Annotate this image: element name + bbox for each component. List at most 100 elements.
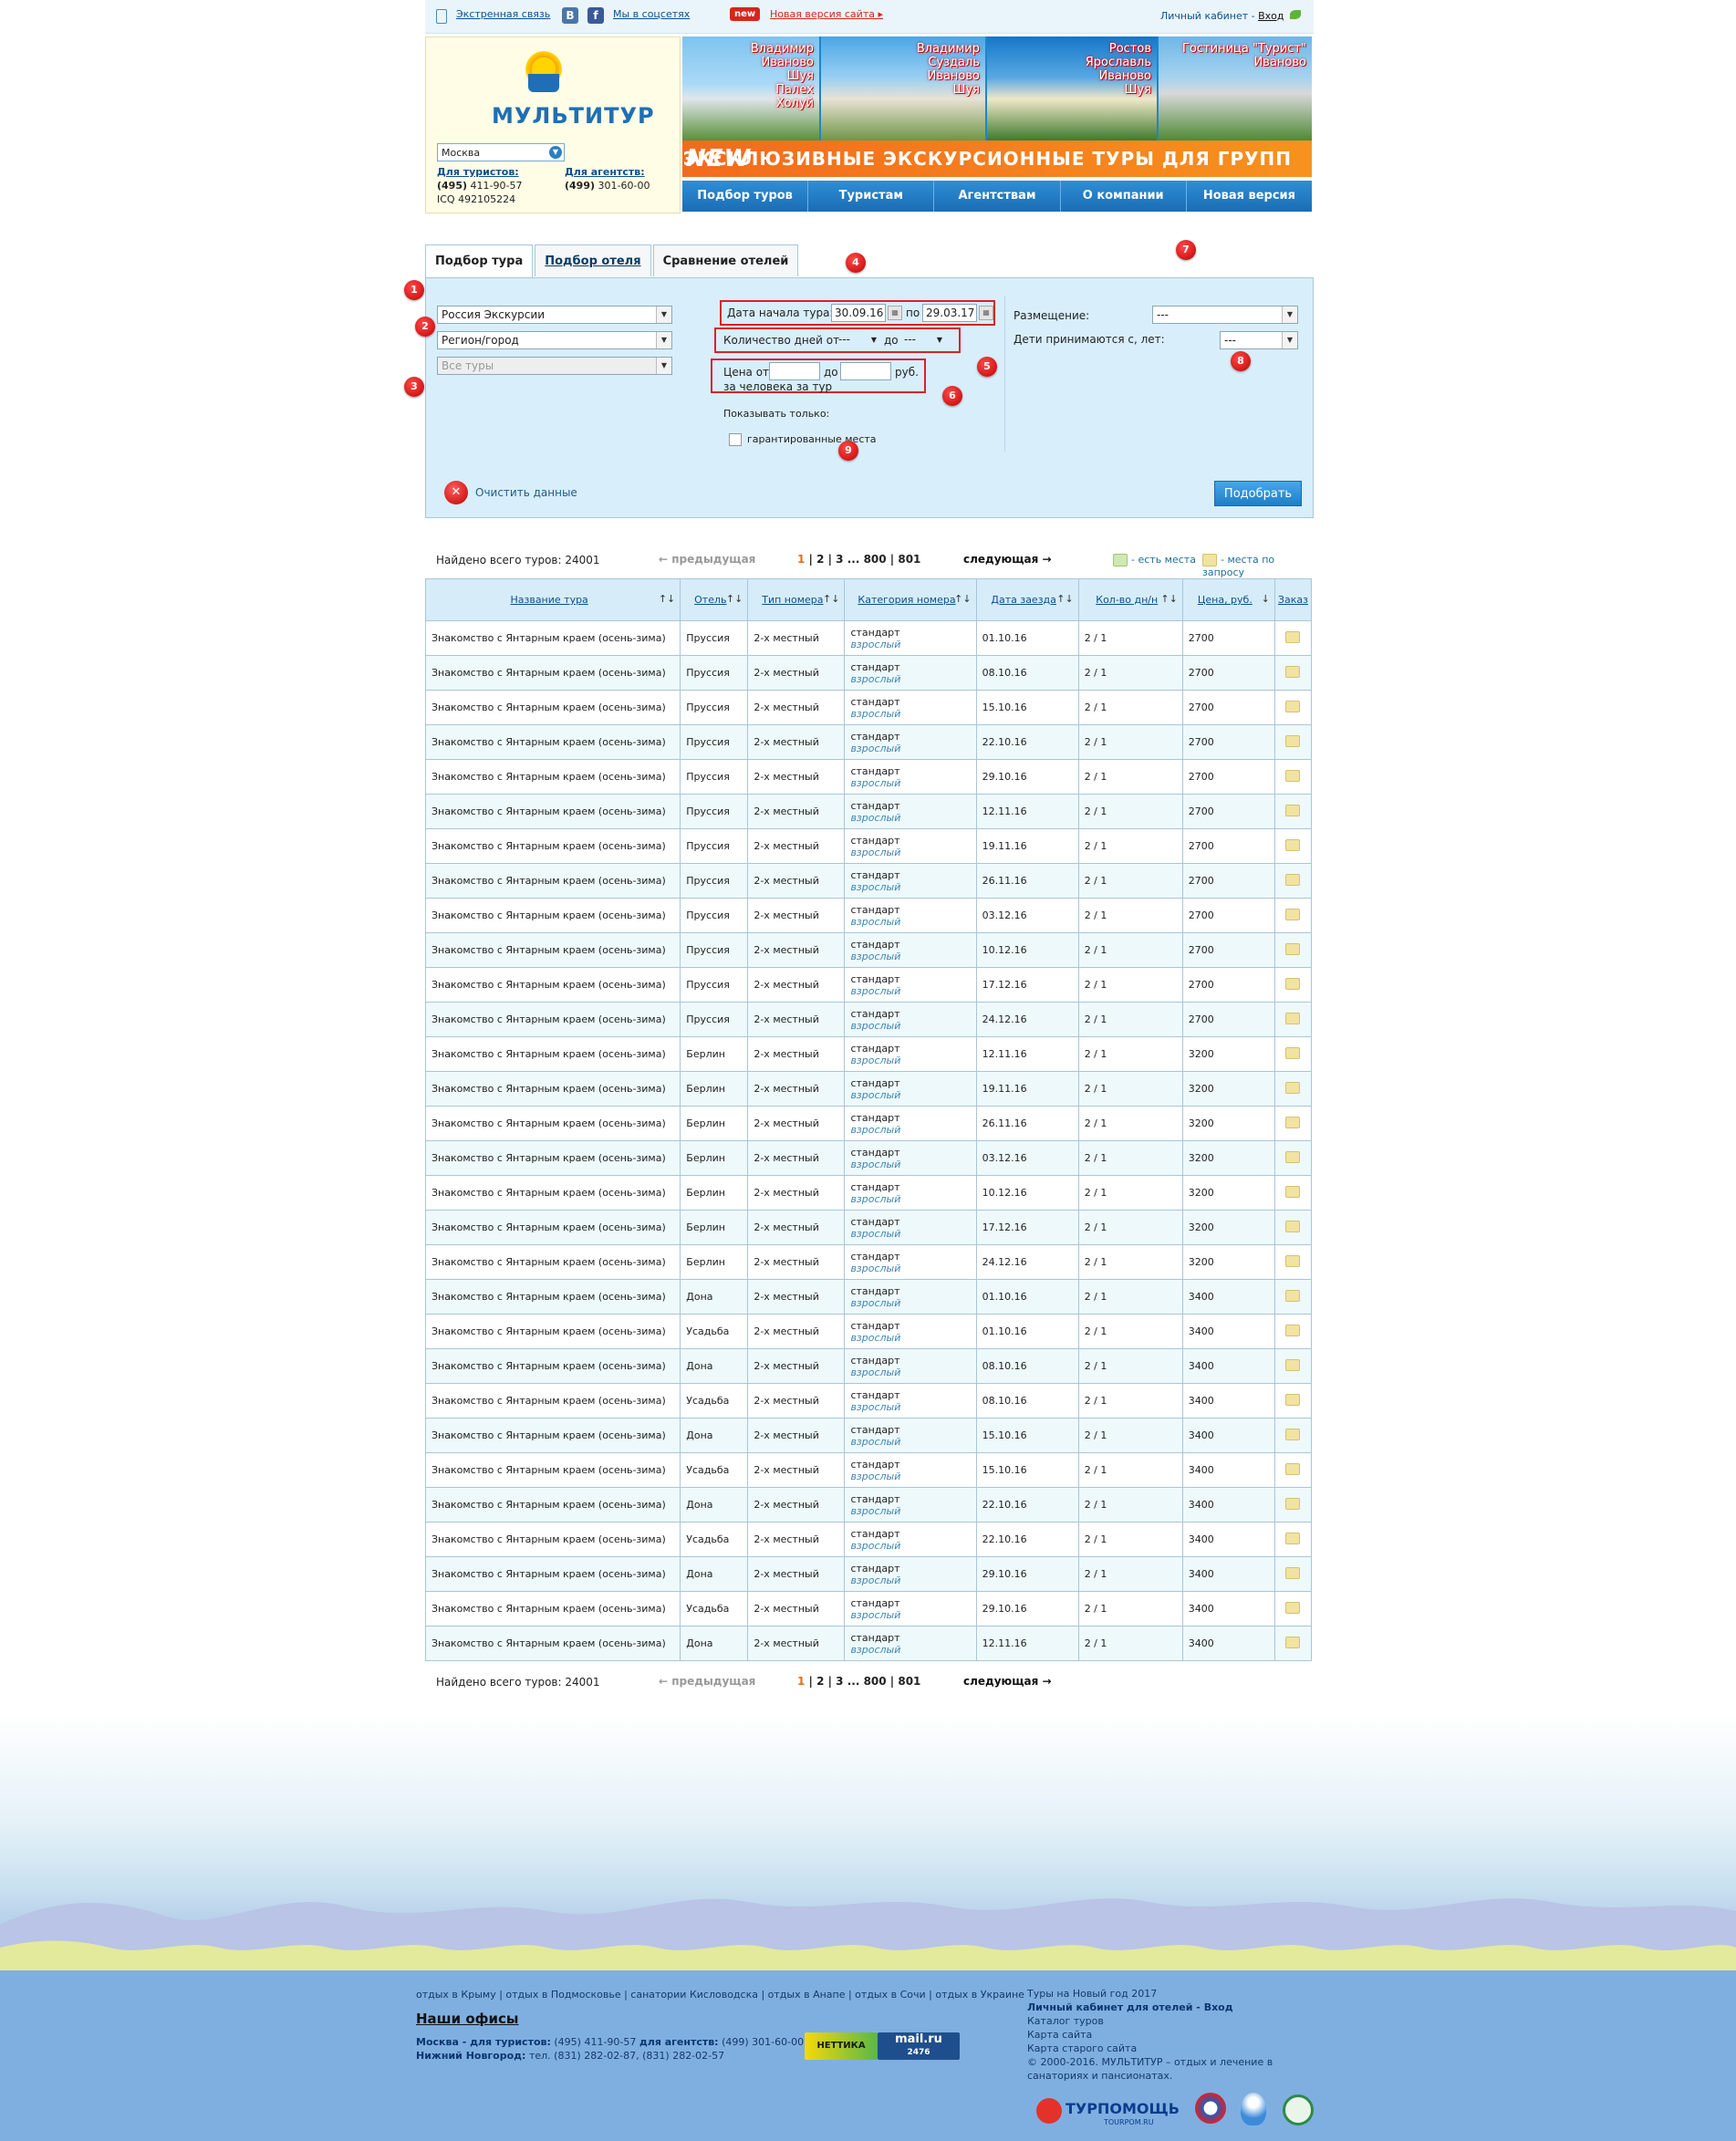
hotel-cell[interactable]: Пруссия (680, 655, 749, 691)
turpomosh-logo[interactable]: ТУРПОМОЩЬ (1066, 2100, 1180, 2117)
hotel-cell[interactable]: Дона (680, 1418, 749, 1453)
footer-seo-links[interactable]: отдых в Крыму | отдых в Подмосковье | са… (416, 1989, 1024, 2001)
hotel-cell[interactable]: Дона (680, 1626, 749, 1661)
prev-page-link[interactable]: ← предыдущая (659, 553, 755, 566)
days-from-select[interactable]: --- ▼ (835, 331, 880, 349)
table-row[interactable]: Знакомство с Янтарным краем (осень-зима)… (424, 724, 1313, 760)
sort-icon[interactable]: ↑↓ (659, 593, 675, 605)
hotel-cell[interactable]: Усадьба (680, 1314, 749, 1349)
tour-name-cell[interactable]: Знакомство с Янтарным краем (осень-зима) (424, 1348, 681, 1384)
order-cell[interactable] (1273, 1210, 1313, 1245)
col-hotel[interactable]: Отель ↑↓ (680, 578, 749, 621)
price-to-input[interactable] (840, 362, 891, 380)
order-cell[interactable] (1273, 1106, 1313, 1141)
nav-new-site[interactable]: Новая версия сайта (1187, 181, 1312, 234)
tours-select[interactable]: Все туры ▼ (437, 357, 672, 375)
hotel-cell[interactable]: Усадьба (680, 1591, 749, 1627)
cart-icon[interactable] (1285, 1289, 1301, 1302)
cart-icon[interactable] (1285, 1254, 1301, 1267)
table-row[interactable]: Знакомство с Янтарным краем (осень-зима)… (424, 1452, 1313, 1488)
table-row[interactable]: Знакомство с Янтарным краем (осень-зима)… (424, 1140, 1313, 1176)
cart-icon[interactable] (1285, 1324, 1301, 1336)
tour-name-cell[interactable]: Знакомство с Янтарным краем (осень-зима) (424, 1418, 681, 1453)
order-cell[interactable] (1273, 1348, 1313, 1384)
page-links[interactable]: 1 | 2 | 3 ... 800 | 801 (797, 553, 920, 566)
calendar-icon[interactable]: ▦ (888, 306, 902, 320)
table-row[interactable]: Знакомство с Янтарным краем (осень-зима)… (424, 1418, 1313, 1453)
table-row[interactable]: Знакомство с Янтарным краем (осень-зима)… (424, 1556, 1313, 1592)
cart-icon[interactable] (1285, 977, 1301, 990)
tour-name-cell[interactable]: Знакомство с Янтарным краем (осень-зима) (424, 724, 681, 760)
sort-icon[interactable]: ↑↓ (1056, 593, 1073, 605)
order-cell[interactable] (1273, 1036, 1313, 1072)
hotel-cell[interactable]: Усадьба (680, 1522, 749, 1557)
nav-tourists[interactable]: Туристам (808, 181, 935, 212)
hotel-cell[interactable]: Пруссия (680, 724, 749, 760)
facebook-icon[interactable]: f (587, 7, 604, 24)
catalog-link[interactable]: Каталог туров (1027, 2014, 1319, 2028)
order-cell[interactable] (1273, 1314, 1313, 1349)
hotel-cell[interactable]: Пруссия (680, 898, 749, 933)
table-row[interactable]: Знакомство с Янтарным краем (осень-зима)… (424, 932, 1313, 968)
next-page-link[interactable]: следующая → (963, 553, 1052, 566)
hotel-cell[interactable]: Усадьба (680, 1383, 749, 1419)
tour-name-cell[interactable]: Знакомство с Янтарным краем (осень-зима) (424, 1314, 681, 1349)
cart-icon[interactable] (1285, 1220, 1301, 1232)
hotel-cell[interactable]: Пруссия (680, 759, 749, 795)
sort-icon[interactable]: ↑↓ (726, 593, 743, 605)
vk-icon[interactable]: В (562, 7, 578, 24)
hotel-cell[interactable]: Берлин (680, 1175, 749, 1211)
sort-icon[interactable]: ↑↓ (823, 593, 839, 605)
col-days[interactable]: Кол-во дн/н ↑↓ (1077, 578, 1183, 621)
cart-icon[interactable] (1285, 804, 1301, 816)
new-site-link[interactable]: Новая версия сайта ▸ (770, 8, 883, 20)
table-row[interactable]: Знакомство с Янтарным краем (осень-зима)… (424, 1487, 1313, 1523)
cart-icon[interactable] (1285, 1081, 1301, 1094)
table-row[interactable]: Знакомство с Янтарным краем (осень-зима)… (424, 1036, 1313, 1072)
order-cell[interactable] (1273, 1556, 1313, 1592)
col-room-category[interactable]: Категория номера ↑↓ (844, 578, 977, 621)
col-tour-name[interactable]: Название тура ↑↓ (424, 578, 681, 621)
tour-name-cell[interactable]: Знакомство с Янтарным краем (осень-зима) (424, 1210, 681, 1245)
cart-icon[interactable] (1285, 1116, 1301, 1128)
order-cell[interactable] (1273, 828, 1313, 864)
order-cell[interactable] (1273, 1452, 1313, 1488)
order-cell[interactable] (1273, 932, 1313, 968)
cart-icon[interactable] (1285, 1150, 1301, 1163)
cart-icon[interactable] (1285, 1358, 1301, 1371)
cart-icon[interactable] (1285, 665, 1301, 678)
agents-label[interactable]: Для агентств: (565, 165, 650, 179)
tour-name-cell[interactable]: Знакомство с Янтарным краем (осень-зима) (424, 1591, 681, 1627)
table-row[interactable]: Знакомство с Янтарным краем (осень-зима)… (424, 1106, 1313, 1141)
hotel-cell[interactable]: Берлин (680, 1140, 749, 1176)
sort-icon[interactable]: ↑↓ (1160, 593, 1177, 605)
table-row[interactable]: Знакомство с Янтарным краем (осень-зима)… (424, 1626, 1313, 1661)
table-row[interactable]: Знакомство с Янтарным краем (осень-зима)… (424, 1244, 1313, 1280)
tab-hotel-compare[interactable]: Сравнение отелей (652, 244, 799, 276)
sort-icon[interactable]: ↑↓ (954, 593, 971, 605)
tour-name-cell[interactable]: Знакомство с Янтарным краем (осень-зима) (424, 655, 681, 691)
cart-icon[interactable] (1285, 1566, 1301, 1579)
prev-page-link[interactable]: ← предыдущая (659, 1675, 755, 1688)
hotel-cell[interactable]: Дона (680, 1348, 749, 1384)
clear-icon[interactable]: ✕ (444, 481, 468, 504)
next-page-link[interactable]: следующая → (963, 1675, 1052, 1688)
tour-name-cell[interactable]: Знакомство с Янтарным краем (осень-зима) (424, 1279, 681, 1315)
col-price[interactable]: Цена, руб. ↓ (1181, 578, 1275, 621)
tour-name-cell[interactable]: Знакомство с Янтарным краем (осень-зима) (424, 1556, 681, 1592)
tour-name-cell[interactable]: Знакомство с Янтарным краем (осень-зима) (424, 690, 681, 725)
tour-name-cell[interactable]: Знакомство с Янтарным краем (осень-зима) (424, 828, 681, 864)
table-row[interactable]: Знакомство с Янтарным краем (осень-зима)… (424, 1383, 1313, 1419)
table-row[interactable]: Знакомство с Янтарным краем (осень-зима)… (424, 1591, 1313, 1627)
order-cell[interactable] (1273, 690, 1313, 725)
cart-icon[interactable] (1285, 1601, 1301, 1614)
table-row[interactable]: Знакомство с Янтарным краем (осень-зима)… (424, 1071, 1313, 1107)
tour-name-cell[interactable]: Знакомство с Янтарным краем (осень-зима) (424, 1036, 681, 1072)
days-to-select[interactable]: --- ▼ (900, 331, 946, 349)
tour-name-cell[interactable]: Знакомство с Янтарным краем (осень-зима) (424, 1626, 681, 1661)
hotels-cabinet-link[interactable]: Личный кабинет для отелей - Вход (1027, 2001, 1319, 2014)
table-row[interactable]: Знакомство с Янтарным краем (осень-зима)… (424, 1314, 1313, 1349)
tour-name-cell[interactable]: Знакомство с Янтарным краем (осень-зима) (424, 1106, 681, 1141)
hotel-cell[interactable]: Пруссия (680, 828, 749, 864)
order-cell[interactable] (1273, 794, 1313, 829)
